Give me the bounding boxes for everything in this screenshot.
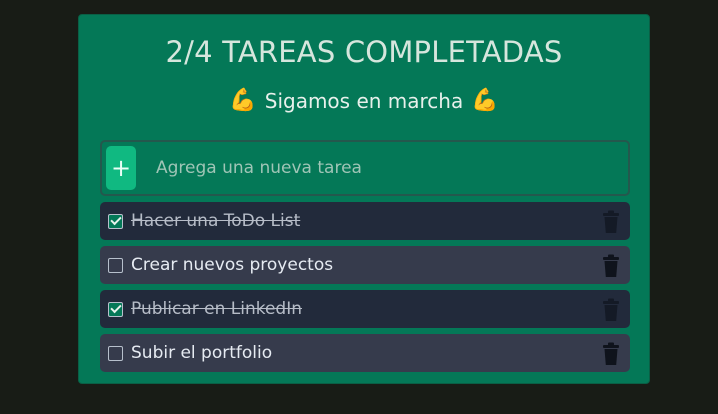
task-item: Hacer una ToDo List [100, 202, 630, 240]
task-item: Crear nuevos proyectos [100, 246, 630, 284]
task-label: Crear nuevos proyectos [131, 255, 334, 275]
flexed-biceps-left-icon: 💪 [229, 88, 257, 113]
task-checkbox[interactable] [108, 257, 123, 273]
subtitle: 💪 Sigamos en marcha 💪 [79, 89, 649, 113]
add-task-button[interactable]: + [106, 146, 136, 190]
task-item: Publicar en LinkedIn [100, 290, 630, 328]
page-title: 2/4 TAREAS COMPLETADAS [165, 35, 563, 69]
task-checkbox[interactable] [108, 213, 123, 229]
task-label: Hacer una ToDo List [131, 211, 301, 231]
trash-icon[interactable] [600, 210, 622, 234]
flexed-biceps-right-icon: 💪 [471, 88, 499, 113]
subtitle-text: Sigamos en marcha [264, 89, 464, 113]
task-checkbox[interactable] [108, 345, 123, 361]
new-task-input[interactable] [154, 157, 598, 179]
task-label: Subir el portfolio [131, 343, 273, 363]
trash-icon[interactable] [600, 254, 622, 278]
trash-icon[interactable] [600, 342, 622, 366]
todo-card: 2/4 TAREAS COMPLETADAS 💪 Sigamos en marc… [78, 14, 650, 384]
plus-icon: + [110, 154, 132, 182]
trash-icon[interactable] [600, 298, 622, 322]
new-task-form: + [100, 140, 630, 196]
task-checkbox[interactable] [108, 301, 123, 317]
task-item: Subir el portfolio [100, 334, 630, 372]
task-label: Publicar en LinkedIn [131, 299, 303, 319]
